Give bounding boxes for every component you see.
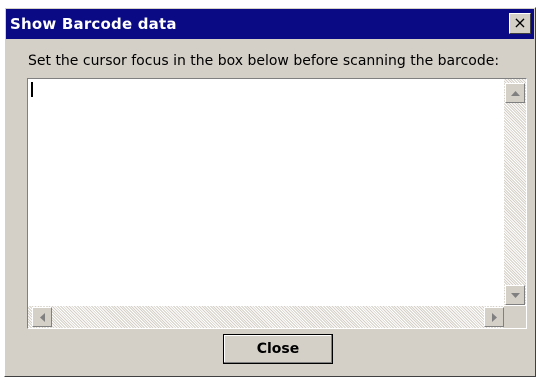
scroll-right-button[interactable] (484, 307, 504, 327)
scroll-left-button[interactable] (32, 307, 52, 327)
text-caret (31, 82, 33, 97)
close-button[interactable]: Close (223, 334, 333, 364)
title-bar: Show Barcode data × (6, 9, 534, 39)
scroll-down-button[interactable] (505, 285, 525, 305)
close-icon: × (513, 13, 527, 32)
vertical-scrollbar[interactable] (504, 79, 526, 305)
instruction-label: Set the cursor focus in the box below be… (28, 53, 500, 69)
barcode-input[interactable] (27, 78, 527, 329)
arrow-up-icon (510, 90, 520, 96)
scroll-up-button[interactable] (505, 83, 525, 103)
arrow-left-icon (39, 312, 45, 322)
window-title: Show Barcode data (10, 15, 177, 33)
horizontal-scrollbar[interactable] (28, 306, 504, 328)
window-close-button[interactable]: × (509, 13, 531, 34)
arrow-down-icon (510, 292, 520, 298)
scrollbar-corner (504, 306, 526, 328)
arrow-right-icon (491, 312, 497, 322)
barcode-dialog: Show Barcode data × Set the cursor focus… (4, 7, 536, 377)
